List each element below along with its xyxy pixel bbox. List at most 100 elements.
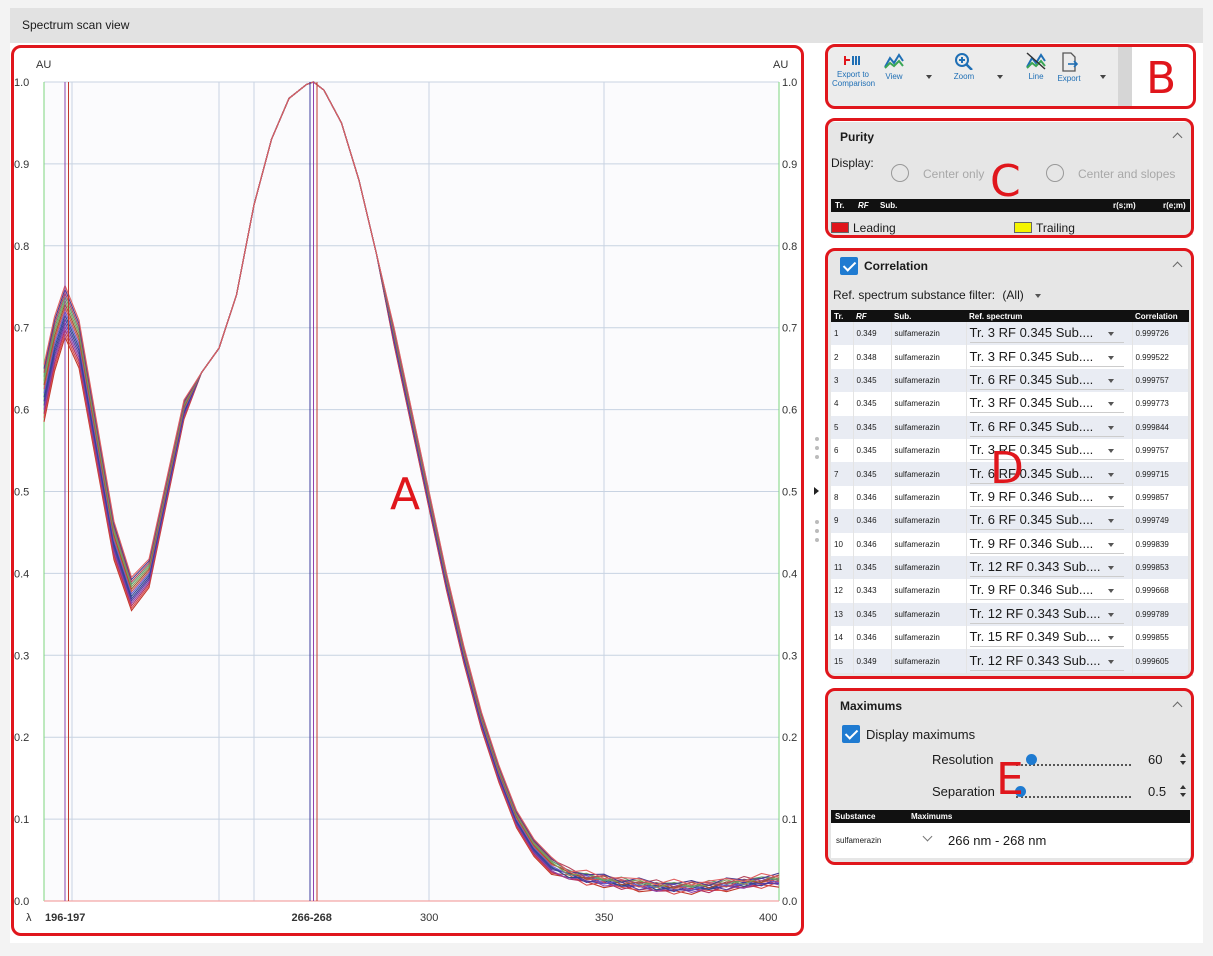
ref-spectrum-select[interactable]: Tr. 12 RF 0.343 Sub.... <box>969 558 1124 578</box>
cell-ref[interactable]: Tr. 3 RF 0.345 Sub.... <box>966 392 1133 416</box>
y-tick-label-left: 0.3 <box>14 650 29 662</box>
purity-header[interactable]: Purity <box>828 122 1193 152</box>
cell-rf: 0.346 <box>853 532 892 556</box>
cell-ref[interactable]: Tr. 6 RF 0.345 Sub.... <box>966 415 1133 439</box>
dropdown-caret-icon[interactable] <box>1107 378 1114 383</box>
collapse-chevron-icon[interactable] <box>1172 261 1183 272</box>
collapse-arrow-icon[interactable] <box>814 487 819 495</box>
table-row[interactable]: 15 0.349 sulfamerazin Tr. 12 RF 0.343 Sub..… <box>831 649 1189 673</box>
collapse-chevron-icon[interactable] <box>1172 132 1183 143</box>
resolution-spin-down-icon[interactable] <box>1180 761 1186 765</box>
ref-spectrum-select[interactable]: Tr. 9 RF 0.346 Sub.... <box>969 581 1124 601</box>
table-row[interactable]: 1 0.349 sulfamerazin Tr. 3 RF 0.345 Sub....… <box>831 322 1189 346</box>
cell-ref[interactable]: Tr. 3 RF 0.345 Sub.... <box>966 322 1133 346</box>
table-row[interactable]: 2 0.348 sulfamerazin Tr. 3 RF 0.345 Sub....… <box>831 345 1189 369</box>
export-to-comparison-button[interactable]: Export to Comparison <box>832 52 875 88</box>
separation-slider[interactable] <box>1016 796 1131 798</box>
ref-spectrum-select[interactable]: Tr. 3 RF 0.345 Sub.... <box>969 394 1124 414</box>
separation-value[interactable]: 0.5 <box>1148 784 1166 799</box>
table-row[interactable]: 3 0.345 sulfamerazin Tr. 6 RF 0.345 Sub....… <box>831 368 1189 393</box>
cell-tr: 5 <box>831 415 854 439</box>
x-tick-label: 300 <box>420 912 438 924</box>
correlation-table-header: Tr. RF Sub. Ref. spectrum Correlation <box>831 310 1189 322</box>
resolution-value[interactable]: 60 <box>1148 752 1162 767</box>
ref-spectrum-select[interactable]: Tr. 6 RF 0.345 Sub.... <box>969 511 1124 531</box>
table-row[interactable]: 12 0.343 sulfamerazin Tr. 9 RF 0.346 Sub...… <box>831 579 1189 603</box>
display-maximums-checkbox[interactable] <box>842 725 860 743</box>
cell-ref[interactable]: Tr. 12 RF 0.343 Sub.... <box>966 602 1133 627</box>
cell-ref[interactable]: Tr. 12 RF 0.343 Sub.... <box>966 649 1133 673</box>
center-slopes-radio[interactable] <box>1046 164 1064 182</box>
cell-ref[interactable]: Tr. 12 RF 0.343 Sub.... <box>966 555 1133 580</box>
dropdown-caret-icon[interactable] <box>1107 355 1114 360</box>
y-tick-label-left: 0.2 <box>14 732 29 744</box>
center-only-radio[interactable] <box>891 164 909 182</box>
export-button[interactable]: Export <box>1054 52 1084 83</box>
cell-ref[interactable]: Tr. 15 RF 0.349 Sub.... <box>966 626 1133 650</box>
ref-spectrum-select[interactable]: Tr. 12 RF 0.343 Sub.... <box>969 652 1124 671</box>
zoom-button[interactable]: Zoom <box>950 52 978 81</box>
cell-tr: 15 <box>831 649 854 673</box>
cell-ref[interactable]: Tr. 6 RF 0.345 Sub.... <box>966 368 1133 393</box>
dropdown-caret-icon[interactable] <box>1107 636 1114 641</box>
ref-spectrum-select[interactable]: Tr. 3 RF 0.345 Sub.... <box>969 324 1124 344</box>
cell-ref[interactable]: Tr. 9 RF 0.346 Sub.... <box>966 579 1133 603</box>
splitter-grip-bottom[interactable] <box>815 520 819 547</box>
dropdown-caret-icon[interactable] <box>1107 542 1114 547</box>
lambda-symbol: λ <box>26 912 32 924</box>
dropdown-caret-icon[interactable] <box>1107 566 1114 571</box>
collapse-chevron-icon[interactable] <box>1172 701 1183 712</box>
substance-filter-value[interactable]: (All) <box>1002 288 1023 302</box>
dropdown-caret-icon[interactable] <box>1107 519 1114 524</box>
resolution-slider-knob[interactable] <box>1026 754 1037 765</box>
dropdown-caret-icon[interactable] <box>1107 449 1114 454</box>
export-dropdown-caret-icon[interactable] <box>1100 75 1106 79</box>
line-button[interactable]: Line <box>1023 52 1049 81</box>
dropdown-caret-icon[interactable] <box>1107 612 1114 617</box>
x-tick-label: 350 <box>595 912 613 924</box>
col-sub: Sub. <box>891 310 966 322</box>
table-row[interactable]: 10 0.346 sulfamerazin Tr. 9 RF 0.346 Sub...… <box>831 532 1189 556</box>
dropdown-caret-icon[interactable] <box>1107 425 1114 430</box>
ref-spectrum-select[interactable]: Tr. 15 RF 0.349 Sub.... <box>969 628 1124 648</box>
separation-spin-down-icon[interactable] <box>1180 793 1186 797</box>
table-row[interactable]: 4 0.345 sulfamerazin Tr. 3 RF 0.345 Sub....… <box>831 392 1189 416</box>
correlation-header[interactable]: Correlation <box>828 251 1193 281</box>
dropdown-caret-icon[interactable] <box>1107 472 1114 477</box>
dropdown-caret-icon[interactable] <box>1107 589 1114 594</box>
separation-spin-up-icon[interactable] <box>1180 785 1186 789</box>
zoom-dropdown-caret-icon[interactable] <box>997 75 1003 79</box>
expand-chevron-icon[interactable] <box>922 831 933 842</box>
export-comparison-icon <box>844 56 860 65</box>
cell-ref[interactable]: Tr. 3 RF 0.345 Sub.... <box>966 345 1133 369</box>
table-row[interactable]: 11 0.345 sulfamerazin Tr. 12 RF 0.343 Sub..… <box>831 555 1189 580</box>
ref-spectrum-select[interactable]: Tr. 6 RF 0.345 Sub.... <box>969 418 1124 437</box>
resolution-spin-up-icon[interactable] <box>1180 753 1186 757</box>
view-dropdown-caret-icon[interactable] <box>926 75 932 79</box>
filter-dropdown-caret-icon[interactable] <box>1035 293 1042 298</box>
ref-spectrum-select[interactable]: Tr. 9 RF 0.346 Sub.... <box>969 535 1124 554</box>
maximums-row[interactable]: sulfamerazin 266 nm - 268 nm <box>831 823 1190 858</box>
callout-label-b: B <box>1146 53 1177 104</box>
cell-tr: 14 <box>831 626 854 650</box>
view-button[interactable]: View <box>880 52 908 81</box>
table-row[interactable]: 9 0.346 sulfamerazin Tr. 6 RF 0.345 Sub....… <box>831 509 1189 533</box>
table-row[interactable]: 14 0.346 sulfamerazin Tr. 15 RF 0.349 Sub..… <box>831 626 1189 650</box>
ref-spectrum-select[interactable]: Tr. 6 RF 0.345 Sub.... <box>969 371 1124 390</box>
table-row[interactable]: 5 0.345 sulfamerazin Tr. 6 RF 0.345 Sub....… <box>831 415 1189 439</box>
splitter-grip-top[interactable] <box>815 437 819 464</box>
dropdown-caret-icon[interactable] <box>1107 402 1114 407</box>
col-ref-spectrum: Ref. spectrum <box>966 310 1132 322</box>
dropdown-caret-icon[interactable] <box>1107 332 1114 337</box>
dropdown-caret-icon[interactable] <box>1107 659 1114 664</box>
table-row[interactable]: 13 0.345 sulfamerazin Tr. 12 RF 0.343 Sub..… <box>831 602 1189 627</box>
cell-ref[interactable]: Tr. 9 RF 0.346 Sub.... <box>966 532 1133 556</box>
cell-ref[interactable]: Tr. 6 RF 0.345 Sub.... <box>966 509 1133 533</box>
dropdown-caret-icon[interactable] <box>1107 495 1114 500</box>
toolbar-overflow-handle[interactable] <box>1118 47 1132 107</box>
substance-filter[interactable]: Ref. spectrum substance filter: (All) <box>833 288 1042 302</box>
ref-spectrum-select[interactable]: Tr. 12 RF 0.343 Sub.... <box>969 605 1124 624</box>
ref-spectrum-select[interactable]: Tr. 3 RF 0.345 Sub.... <box>969 348 1124 367</box>
maximums-header[interactable]: Maximums <box>828 691 1193 721</box>
correlation-checkbox[interactable] <box>840 257 858 275</box>
